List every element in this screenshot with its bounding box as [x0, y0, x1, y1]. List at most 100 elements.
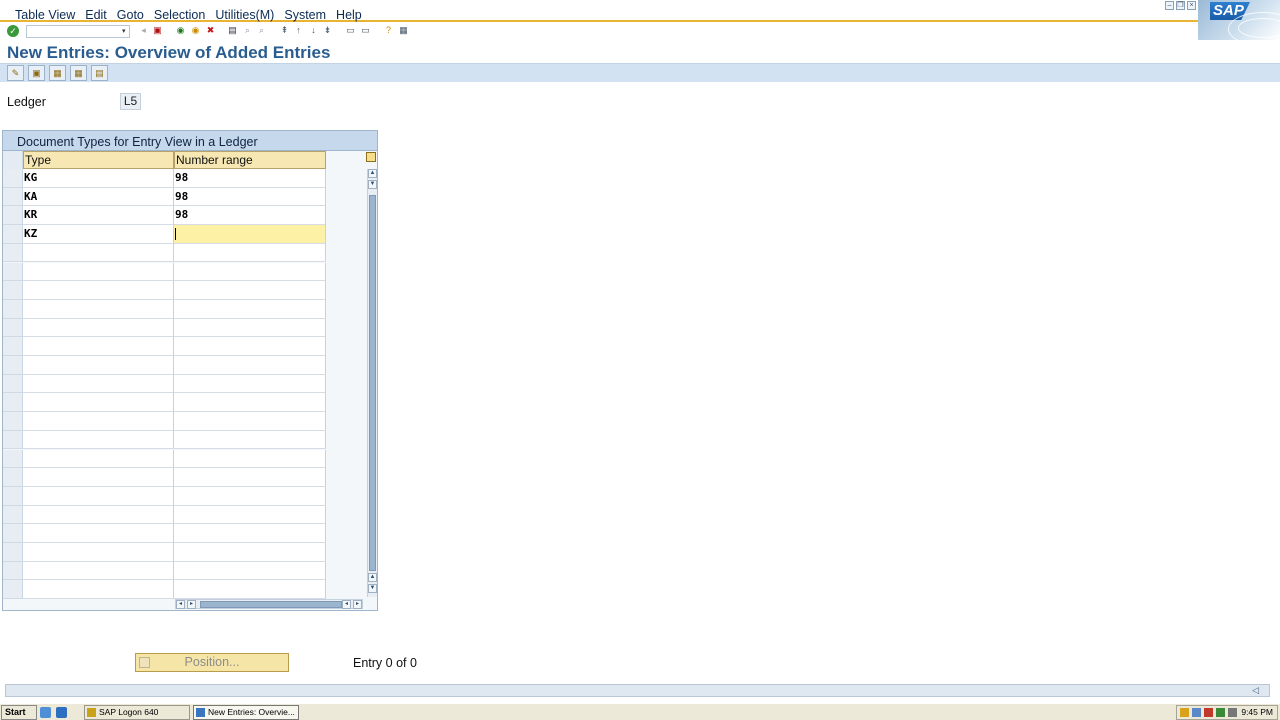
layout-menu-icon[interactable]: ▦: [398, 25, 409, 36]
cell-type[interactable]: [23, 243, 174, 263]
cell-type[interactable]: [23, 356, 174, 375]
column-header-type[interactable]: Type: [23, 151, 174, 169]
status-toggle-icon[interactable]: ◁: [1252, 685, 1259, 696]
cell-number-range[interactable]: [174, 524, 326, 543]
row-selector[interactable]: [3, 206, 23, 226]
cell-type[interactable]: [23, 468, 174, 487]
cell-type[interactable]: [23, 505, 174, 525]
back-arrow-icon[interactable]: ◂: [138, 25, 149, 36]
tray-icon-2[interactable]: [1192, 708, 1201, 717]
cell-type[interactable]: [23, 486, 174, 506]
cell-number-range[interactable]: [174, 374, 326, 394]
position-button[interactable]: Position...: [135, 653, 289, 672]
print-icon[interactable]: ▤: [227, 25, 238, 36]
cell-type[interactable]: [23, 449, 174, 469]
row-selector[interactable]: [3, 468, 23, 487]
menu-help[interactable]: Help: [336, 8, 362, 22]
row-selector[interactable]: [3, 262, 23, 282]
quicklaunch-browser-icon[interactable]: [56, 707, 67, 718]
page-up-icon[interactable]: ▲: [368, 573, 377, 582]
find-icon[interactable]: ⌕: [242, 25, 253, 36]
row-selector[interactable]: [3, 281, 23, 300]
row-selector[interactable]: [3, 412, 23, 431]
cell-number-range[interactable]: [174, 430, 326, 450]
row-selector[interactable]: [3, 486, 23, 506]
enter-icon[interactable]: ✓: [7, 25, 19, 37]
menu-table-view[interactable]: Table View: [15, 8, 75, 22]
cell-type[interactable]: [23, 299, 174, 319]
select-all-icon[interactable]: ▦: [70, 65, 87, 81]
page-left-icon[interactable]: ◂: [342, 600, 351, 609]
save-icon[interactable]: ▣: [152, 25, 163, 36]
row-selector[interactable]: [3, 356, 23, 375]
horizontal-scroll-thumb[interactable]: [200, 601, 342, 608]
exit-icon[interactable]: ◉: [190, 25, 201, 36]
cell-number-range[interactable]: [174, 225, 326, 244]
cell-type[interactable]: KR: [23, 206, 174, 226]
menu-edit[interactable]: Edit: [85, 8, 107, 22]
shortcut-icon[interactable]: ▭: [360, 25, 371, 36]
row-selector[interactable]: [3, 299, 23, 319]
cell-type[interactable]: [23, 430, 174, 450]
quicklaunch-ie-icon[interactable]: [40, 707, 51, 718]
scroll-down-icon[interactable]: ▼: [368, 584, 377, 593]
column-header-number-range[interactable]: Number range: [174, 151, 326, 169]
cell-number-range[interactable]: [174, 281, 326, 300]
restore-icon[interactable]: ❐: [1176, 1, 1185, 10]
cell-number-range[interactable]: 98: [174, 187, 326, 207]
tray-icon-3[interactable]: [1204, 708, 1213, 717]
cell-number-range[interactable]: [174, 262, 326, 282]
find-next-icon[interactable]: ⌕: [256, 25, 267, 36]
new-session-icon[interactable]: ▭: [345, 25, 356, 36]
cell-number-range[interactable]: [174, 468, 326, 487]
volume-icon[interactable]: [1228, 708, 1237, 717]
scroll-right-icon[interactable]: ▸: [353, 600, 362, 609]
cell-number-range[interactable]: [174, 561, 326, 581]
cell-number-range[interactable]: [174, 243, 326, 263]
deselect-all-icon[interactable]: ▤: [91, 65, 108, 81]
cell-type[interactable]: [23, 524, 174, 543]
cell-type[interactable]: KZ: [23, 225, 174, 244]
scroll-left-icon[interactable]: ◂: [176, 600, 185, 609]
select-all-column[interactable]: [3, 151, 23, 169]
cell-type[interactable]: [23, 543, 174, 562]
cell-number-range[interactable]: [174, 337, 326, 356]
cell-type[interactable]: KA: [23, 187, 174, 207]
cell-number-range[interactable]: [174, 412, 326, 431]
next-page-icon[interactable]: ↓: [308, 25, 319, 36]
row-selector[interactable]: [3, 393, 23, 413]
row-selector[interactable]: [3, 318, 23, 338]
tray-icon-1[interactable]: [1180, 708, 1189, 717]
dropdown-icon[interactable]: ▾: [122, 27, 128, 36]
row-selector[interactable]: [3, 430, 23, 450]
cell-number-range[interactable]: 98: [174, 206, 326, 226]
row-selector[interactable]: [3, 505, 23, 525]
help-icon[interactable]: ?: [383, 25, 394, 36]
cancel-icon[interactable]: ✖: [205, 25, 216, 36]
cell-number-range[interactable]: [174, 543, 326, 562]
cell-type[interactable]: [23, 262, 174, 282]
row-selector[interactable]: [3, 561, 23, 581]
cell-number-range[interactable]: [174, 449, 326, 469]
cell-type[interactable]: KG: [23, 169, 174, 188]
scroll-up-icon[interactable]: ▲: [368, 169, 377, 178]
start-button[interactable]: Start: [1, 705, 37, 720]
task-sap-logon[interactable]: SAP Logon 640: [84, 705, 190, 720]
cell-number-range[interactable]: [174, 505, 326, 525]
table-settings-icon[interactable]: [366, 152, 376, 162]
delete-icon[interactable]: ▦: [49, 65, 66, 81]
cell-number-range[interactable]: [174, 299, 326, 319]
page-down-icon[interactable]: ▼: [368, 180, 377, 189]
menu-system[interactable]: System: [284, 8, 326, 22]
copy-as-icon[interactable]: ▣: [28, 65, 45, 81]
display-change-icon[interactable]: ✎: [7, 65, 24, 81]
row-selector[interactable]: [3, 169, 23, 188]
vertical-scroll-thumb[interactable]: [369, 195, 376, 571]
cell-number-range[interactable]: [174, 318, 326, 338]
cell-type[interactable]: [23, 281, 174, 300]
cell-type[interactable]: [23, 561, 174, 581]
cell-number-range[interactable]: 98: [174, 169, 326, 188]
cell-type[interactable]: [23, 412, 174, 431]
menu-selection[interactable]: Selection: [154, 8, 205, 22]
menu-goto[interactable]: Goto: [117, 8, 144, 22]
